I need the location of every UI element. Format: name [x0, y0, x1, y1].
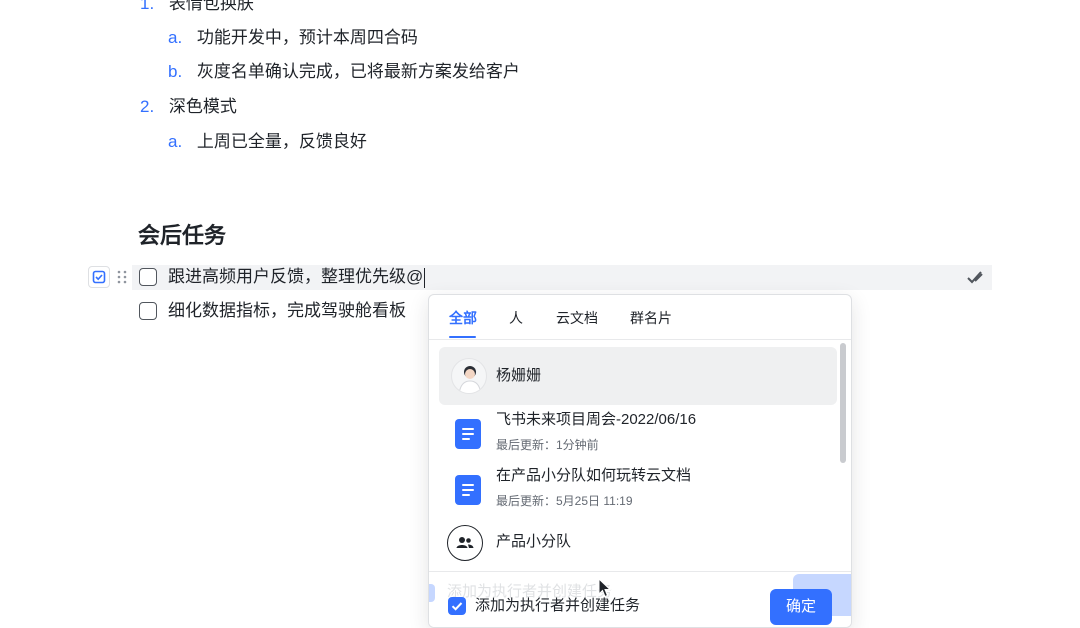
- mention-result-person[interactable]: 杨姗姗: [439, 347, 837, 405]
- doc-icon: [455, 419, 481, 449]
- task-block-type-button[interactable]: [88, 266, 110, 288]
- list-marker: b.: [168, 62, 183, 81]
- list-text: 上周已全量，反馈良好: [196, 132, 367, 151]
- result-name: 在产品小分队如何玩转云文档: [496, 467, 692, 484]
- checkbox-ghost: [429, 584, 435, 602]
- list-item-2: 2. 深色模式: [140, 96, 237, 118]
- list-item-1a: a. 功能开发中，预计本周四合码: [168, 27, 418, 49]
- tab-group-cards[interactable]: 群名片: [630, 309, 672, 327]
- mention-result-doc[interactable]: 飞书未来项目周会-2022/06/16 最后更新：1分钟前: [439, 405, 837, 463]
- checkbox-block-icon: [92, 270, 106, 284]
- list-text: 功能开发中，预计本周四合码: [196, 28, 418, 47]
- task-checkbox[interactable]: [139, 302, 157, 320]
- result-name: 飞书未来项目周会-2022/06/16: [496, 411, 697, 428]
- add-assignee-checkbox[interactable]: [448, 597, 466, 615]
- group-icon: [447, 525, 483, 561]
- confirm-button[interactable]: 确定: [770, 589, 832, 625]
- avatar: [451, 358, 487, 394]
- drag-handle[interactable]: [114, 266, 130, 288]
- result-meta: 最后更新：1分钟前: [496, 438, 599, 452]
- task-checkbox[interactable]: [139, 268, 157, 286]
- active-tab-indicator: [449, 336, 476, 338]
- list-text: 深色模式: [168, 97, 237, 116]
- tab-all[interactable]: 全部: [449, 309, 477, 327]
- list-text: 灰度名单确认完成，已将最新方案发给客户: [196, 62, 520, 81]
- list-marker: a.: [168, 132, 183, 151]
- people-icon: [456, 537, 474, 548]
- list-item-1: 1. 表情包换肤: [140, 0, 254, 15]
- result-meta: 最后更新：5月25日 11:19: [496, 494, 633, 508]
- drag-handle-icon: [117, 270, 127, 284]
- list-item-1b: b. 灰度名单确认完成，已将最新方案发给客户: [168, 61, 520, 83]
- assign-task-button[interactable]: [964, 266, 986, 288]
- mention-result-doc[interactable]: 在产品小分队如何玩转云文档 最后更新：5月25日 11:19: [439, 461, 837, 519]
- result-name: 产品小分队: [496, 533, 572, 550]
- check-icon: [451, 602, 463, 611]
- task-text[interactable]: 细化数据指标，完成驾驶舱看板: [168, 300, 406, 322]
- mouse-cursor-icon: [598, 578, 612, 598]
- popup-scrollbar[interactable]: [840, 343, 846, 463]
- text-cursor: [424, 267, 426, 288]
- tab-docs[interactable]: 云文档: [556, 309, 598, 327]
- tab-people[interactable]: 人: [509, 309, 523, 327]
- result-name: 杨姗姗: [496, 367, 542, 384]
- add-assignee-label[interactable]: 添加为执行者并创建任务: [475, 596, 640, 616]
- task-text[interactable]: 跟进高频用户反馈，整理优先级@: [168, 266, 426, 288]
- list-marker: a.: [168, 28, 183, 47]
- task-text-content: 跟进高频用户反馈，整理优先级@: [168, 267, 424, 286]
- tab-divider: [429, 339, 851, 340]
- task-done-icon: [967, 271, 983, 284]
- list-text: 表情包换肤: [168, 0, 254, 13]
- mention-popup: 全部 人 云文档 群名片 杨姗姗 飞书未来项目周会-2022/06/16 最后更…: [428, 294, 852, 628]
- list-item-2a: a. 上周已全量，反馈良好: [168, 131, 367, 153]
- popup-footer: 添加为执行者并创建任务 添加为执行者并创建任务 确定: [429, 571, 851, 627]
- doc-icon: [455, 475, 481, 505]
- section-heading: 会后任务: [138, 223, 227, 248]
- person-avatar-icon: [458, 366, 482, 393]
- list-number: 1.: [140, 0, 155, 13]
- list-number: 2.: [140, 97, 155, 116]
- mention-result-group[interactable]: 产品小分队: [439, 521, 837, 571]
